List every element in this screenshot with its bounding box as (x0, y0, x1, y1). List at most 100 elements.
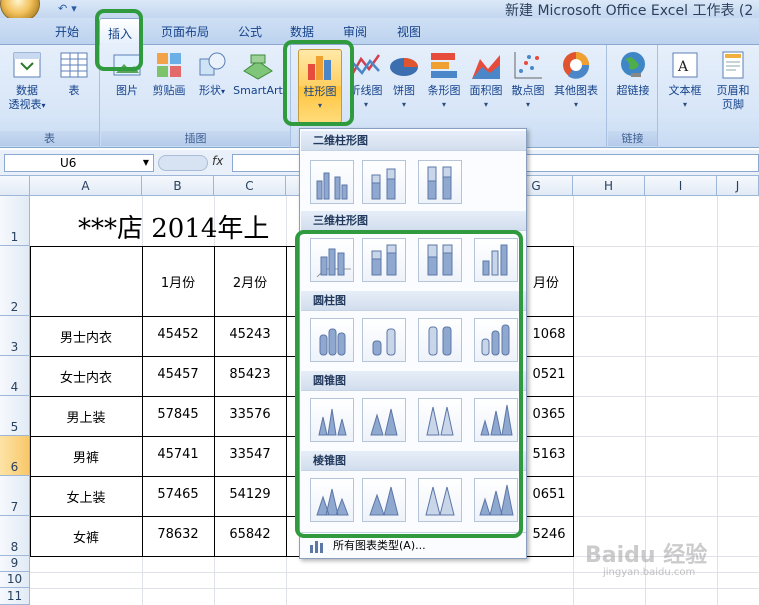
column-header-a[interactable]: A (30, 176, 142, 196)
value-g[interactable]: 5246 (525, 527, 573, 542)
name-box-dropdown-icon[interactable]: ▼ (143, 155, 149, 171)
row-header-1[interactable]: 1 (0, 196, 30, 246)
value-feb[interactable]: 65842 (214, 527, 286, 542)
bar-chart-button[interactable]: 条形图 ▾ (424, 49, 464, 112)
row-header-6[interactable]: 6 (0, 436, 30, 476)
chart-type-clustered-pyramid[interactable] (310, 478, 354, 522)
row-header-9[interactable]: 9 (0, 556, 30, 572)
chart-type-clustered-cylinder[interactable] (310, 318, 354, 362)
text-box-button[interactable]: A 文本框 ▾ (665, 49, 705, 112)
other-charts-button[interactable]: 其他图表 ▾ (550, 49, 602, 112)
area-chart-button[interactable]: 面积图 ▾ (466, 49, 506, 112)
item-name[interactable]: 女士内衣 (30, 367, 142, 386)
chart-type-clustered-column[interactable] (310, 160, 354, 204)
tab-review[interactable]: 审阅 (343, 23, 367, 40)
clip-art-button[interactable]: 剪贴画 (149, 49, 189, 98)
tab-formulas[interactable]: 公式 (238, 23, 262, 40)
chart-type-3d-stacked-column[interactable] (362, 238, 406, 282)
header-month-partial[interactable]: 月份 (519, 272, 573, 291)
value-g[interactable]: 0651 (525, 487, 573, 502)
row-header-8[interactable]: 8 (0, 516, 30, 556)
chart-type-stacked-cylinder[interactable] (362, 318, 406, 362)
chart-type-3d-pyramid[interactable] (474, 478, 518, 522)
value-g[interactable]: 5163 (525, 447, 573, 462)
globe-link-icon (621, 52, 645, 77)
picture-button[interactable]: 图片 (111, 49, 143, 98)
header-footer-button[interactable]: 页眉和 页脚 (711, 49, 755, 112)
all-chart-types-button[interactable]: 所有图表类型(A)... (301, 532, 526, 558)
item-name[interactable]: 男裤 (30, 447, 142, 466)
chart-type-clustered-cone[interactable] (310, 398, 354, 442)
chart-type-100-stacked-cylinder[interactable] (418, 318, 462, 362)
table-button[interactable]: 表 (56, 49, 92, 98)
value-feb[interactable]: 54129 (214, 487, 286, 502)
value-jan[interactable]: 45741 (142, 447, 214, 462)
column-header-h[interactable]: H (573, 176, 645, 196)
header-footer-label-1: 页眉和 (716, 84, 750, 97)
column-chart-button[interactable]: 柱形图 ▾ (298, 49, 342, 123)
row-header-3[interactable]: 3 (0, 316, 30, 356)
item-name[interactable]: 男上装 (30, 407, 142, 426)
tab-view[interactable]: 视图 (397, 23, 421, 40)
value-feb[interactable]: 85423 (214, 367, 286, 382)
header-month-1[interactable]: 1月份 (142, 272, 214, 291)
row-header-10[interactable]: 10 (0, 572, 30, 588)
header-month-2[interactable]: 2月份 (214, 272, 286, 291)
hyperlink-button[interactable]: 超链接 (612, 49, 654, 98)
row-header-7[interactable]: 7 (0, 476, 30, 516)
row-header-2[interactable]: 2 (0, 246, 30, 316)
value-g[interactable]: 0521 (525, 367, 573, 382)
chart-type-3d-100-stacked-column[interactable] (418, 238, 462, 282)
item-name[interactable]: 男士内衣 (30, 327, 142, 346)
line-chart-button[interactable]: 折线图 ▾ (346, 49, 386, 112)
value-feb[interactable]: 45243 (214, 327, 286, 342)
value-jan[interactable]: 57465 (142, 487, 214, 502)
scatter-chart-button[interactable]: 散点图 ▾ (508, 49, 548, 112)
column-header-c[interactable]: C (214, 176, 286, 196)
chart-type-3d-cone[interactable] (474, 398, 518, 442)
sheet-title[interactable]: ***店 2014年上 (78, 208, 269, 245)
chart-type-100-stacked-column[interactable] (418, 160, 462, 204)
column-header-i[interactable]: I (645, 176, 717, 196)
chart-type-stacked-column[interactable] (362, 160, 406, 204)
value-feb[interactable]: 33576 (214, 407, 286, 422)
column-header-b[interactable]: B (142, 176, 214, 196)
tab-data[interactable]: 数据 (290, 23, 314, 40)
pivot-table-button[interactable]: 数据 透视表▾ (4, 49, 50, 113)
shapes-button[interactable]: 形状▾ (195, 49, 229, 99)
value-jan[interactable]: 45457 (142, 367, 214, 382)
chart-type-3d-column[interactable] (474, 238, 518, 282)
smartart-button[interactable]: SmartArt (233, 49, 283, 98)
select-all-corner[interactable] (0, 176, 30, 196)
name-box[interactable]: U6 ▼ (4, 154, 154, 172)
pie-chart-button[interactable]: 饼图 ▾ (388, 49, 420, 112)
undo-icon[interactable]: ↶ (58, 2, 67, 15)
tab-home[interactable]: 开始 (55, 23, 79, 40)
value-jan[interactable]: 78632 (142, 527, 214, 542)
pyramid-percent-icon (425, 486, 455, 516)
tab-page-layout[interactable]: 页面布局 (161, 23, 209, 40)
item-name[interactable]: 女裤 (30, 527, 142, 546)
function-icon[interactable]: fx (212, 154, 223, 168)
chart-type-100-stacked-cone[interactable] (418, 398, 462, 442)
value-g[interactable]: 1068 (525, 327, 573, 342)
item-name[interactable]: 女上装 (30, 487, 142, 506)
value-feb[interactable]: 33547 (214, 447, 286, 462)
row-header-4[interactable]: 4 (0, 356, 30, 396)
row-header-11[interactable]: 11 (0, 588, 30, 605)
chart-type-stacked-cone[interactable] (362, 398, 406, 442)
baidu-watermark: Baidu 经验 jingyan.baidu.com (585, 537, 707, 578)
chart-type-100-stacked-pyramid[interactable] (418, 478, 462, 522)
row-header-5[interactable]: 5 (0, 396, 30, 436)
qat-dropdown-icon[interactable]: ▾ (71, 2, 77, 15)
value-jan[interactable]: 45452 (142, 327, 214, 342)
tab-insert[interactable]: 插入 (99, 18, 142, 46)
chart-type-3d-cylinder[interactable] (474, 318, 518, 362)
value-g[interactable]: 0365 (525, 407, 573, 422)
value-jan[interactable]: 57845 (142, 407, 214, 422)
pyramid-3d-icon (479, 484, 514, 516)
chart-type-3d-clustered-column[interactable] (310, 238, 354, 282)
formula-divider[interactable] (158, 155, 208, 171)
chart-type-stacked-pyramid[interactable] (362, 478, 406, 522)
column-header-j[interactable]: J (717, 176, 759, 196)
